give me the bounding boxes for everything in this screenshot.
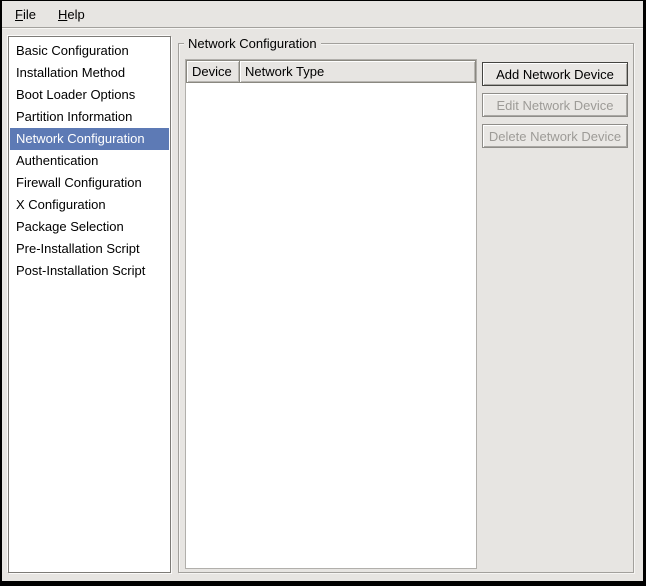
sidebar-item-x-configuration[interactable]: X Configuration — [10, 194, 169, 216]
network-device-table: Device Network Type — [185, 59, 477, 569]
edit-network-device-button[interactable]: Edit Network Device — [482, 93, 628, 117]
menu-file[interactable]: File — [4, 1, 47, 27]
sidebar-item-basic-configuration[interactable]: Basic Configuration — [10, 40, 169, 62]
column-header-network-type[interactable]: Network Type — [239, 60, 476, 83]
sidebar-item-package-selection[interactable]: Package Selection — [10, 216, 169, 238]
section-list: Basic Configuration Installation Method … — [8, 36, 171, 573]
network-configuration-frame: Network Configuration Device Network Typ… — [178, 43, 634, 573]
app-window: File Help Basic Configuration Installati… — [0, 0, 646, 586]
menubar: File Help — [2, 1, 643, 28]
menu-help[interactable]: Help — [47, 1, 96, 27]
sidebar-item-partition-information[interactable]: Partition Information — [10, 106, 169, 128]
column-header-device[interactable]: Device — [186, 60, 240, 83]
table-body-empty[interactable] — [186, 83, 476, 568]
device-action-buttons: Add Network Device Edit Network Device D… — [482, 62, 628, 148]
frame-title: Network Configuration — [184, 35, 321, 52]
sidebar-item-boot-loader-options[interactable]: Boot Loader Options — [10, 84, 169, 106]
sidebar-item-network-configuration[interactable]: Network Configuration — [10, 128, 169, 150]
sidebar-item-authentication[interactable]: Authentication — [10, 150, 169, 172]
window-body: File Help Basic Configuration Installati… — [2, 1, 643, 581]
sidebar-item-post-installation-script[interactable]: Post-Installation Script — [10, 260, 169, 282]
sidebar-item-installation-method[interactable]: Installation Method — [10, 62, 169, 84]
table-header-row: Device Network Type — [186, 60, 476, 83]
sidebar-item-firewall-configuration[interactable]: Firewall Configuration — [10, 172, 169, 194]
delete-network-device-button[interactable]: Delete Network Device — [482, 124, 628, 148]
add-network-device-button[interactable]: Add Network Device — [482, 62, 628, 86]
sidebar-item-pre-installation-script[interactable]: Pre-Installation Script — [10, 238, 169, 260]
